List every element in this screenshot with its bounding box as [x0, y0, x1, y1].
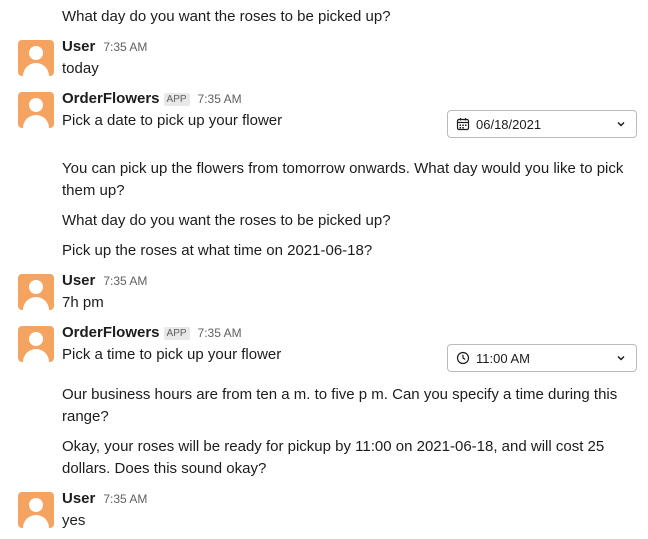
- avatar[interactable]: [18, 92, 54, 128]
- sender-name[interactable]: OrderFlowers: [62, 324, 160, 341]
- chevron-down-icon: [617, 121, 625, 127]
- timestamp[interactable]: 7:35 AM: [198, 92, 242, 106]
- message-text: Our business hours are from ten a m. to …: [62, 386, 618, 425]
- sender-name[interactable]: User: [62, 38, 95, 55]
- date-picker-value: 06/18/2021: [476, 116, 542, 132]
- avatar[interactable]: [18, 492, 54, 528]
- calendar-icon: [456, 118, 470, 131]
- sender-name[interactable]: User: [62, 272, 95, 289]
- timestamp[interactable]: 7:35 AM: [103, 274, 147, 288]
- avatar[interactable]: [18, 326, 54, 362]
- message-header: User 7:35 AM: [62, 272, 147, 292]
- timestamp[interactable]: 7:35 AM: [198, 326, 242, 340]
- message-text: 7h pm: [62, 294, 104, 311]
- sender-name[interactable]: OrderFlowers: [62, 90, 160, 107]
- message-text: What day do you want the roses to be pic…: [62, 8, 391, 25]
- avatar[interactable]: [18, 40, 54, 76]
- timestamp[interactable]: 7:35 AM: [103, 40, 147, 54]
- app-badge: APP: [163, 93, 190, 106]
- message-text: What day do you want the roses to be pic…: [62, 212, 391, 229]
- message-header: OrderFlowers APP 7:35 AM: [62, 324, 242, 344]
- message-text: Pick up the roses at what time on 2021-0…: [62, 242, 373, 259]
- app-badge: APP: [163, 327, 190, 340]
- message-header: User 7:35 AM: [62, 38, 147, 58]
- message-text: Pick a date to pick up your flower: [62, 112, 283, 129]
- sender-name[interactable]: User: [62, 490, 95, 507]
- clock-icon: [456, 351, 470, 365]
- message-text: You can pick up the flowers from tomorro…: [62, 160, 624, 199]
- message-text: today: [62, 60, 99, 77]
- message-text: Pick a time to pick up your flower: [62, 346, 282, 363]
- message-text: Okay, your roses will be ready for picku…: [62, 438, 605, 477]
- date-picker[interactable]: 06/18/2021: [447, 110, 637, 138]
- message-text: yes: [62, 512, 86, 529]
- message-header: OrderFlowers APP 7:35 AM: [62, 90, 242, 110]
- avatar[interactable]: [18, 274, 54, 310]
- message-header: User 7:35 AM: [62, 490, 147, 510]
- timestamp[interactable]: 7:35 AM: [103, 492, 147, 506]
- time-picker-value: 11:00 AM: [476, 350, 530, 366]
- time-picker[interactable]: 11:00 AM: [447, 344, 637, 372]
- chevron-down-icon: [617, 355, 625, 361]
